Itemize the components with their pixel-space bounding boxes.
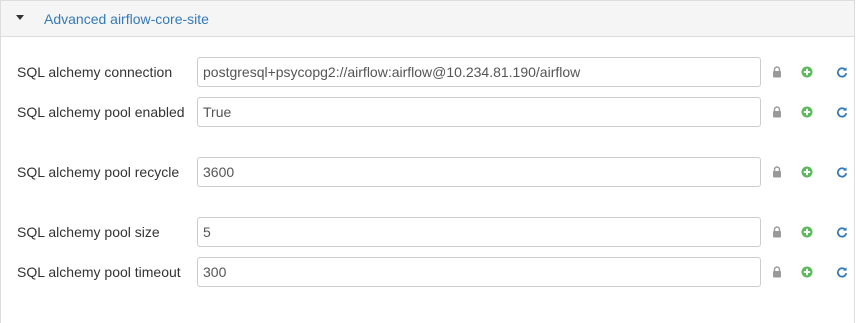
property-label: SQL alchemy pool recycle bbox=[17, 164, 180, 180]
caret-down-icon[interactable] bbox=[16, 15, 24, 20]
plus-circle-icon[interactable] bbox=[801, 106, 813, 118]
lock-icon bbox=[773, 266, 781, 278]
property-label: SQL alchemy connection bbox=[17, 64, 173, 80]
property-label: SQL alchemy pool enabled bbox=[17, 104, 185, 120]
advanced-config-panel: Advanced airflow-core-site SQL alchemy c… bbox=[0, 0, 855, 323]
refresh-icon[interactable] bbox=[836, 166, 848, 178]
sql-alchemy-pool-enabled-input[interactable] bbox=[197, 97, 761, 127]
lock-icon bbox=[773, 106, 781, 118]
lock-icon bbox=[773, 66, 781, 78]
sql-alchemy-pool-timeout-input[interactable] bbox=[197, 257, 761, 287]
sql-alchemy-pool-recycle-input[interactable] bbox=[197, 157, 761, 187]
plus-circle-icon[interactable] bbox=[801, 266, 813, 278]
property-label: SQL alchemy pool timeout bbox=[17, 264, 181, 280]
sql-alchemy-pool-size-input[interactable] bbox=[197, 217, 761, 247]
refresh-icon[interactable] bbox=[836, 106, 848, 118]
plus-circle-icon[interactable] bbox=[801, 66, 813, 78]
refresh-icon[interactable] bbox=[836, 266, 848, 278]
refresh-icon[interactable] bbox=[836, 226, 848, 238]
refresh-icon[interactable] bbox=[836, 66, 848, 78]
plus-circle-icon[interactable] bbox=[801, 166, 813, 178]
sql-alchemy-connection-input[interactable] bbox=[197, 57, 761, 87]
panel-header[interactable]: Advanced airflow-core-site bbox=[1, 1, 854, 37]
panel-title[interactable]: Advanced airflow-core-site bbox=[44, 11, 209, 27]
plus-circle-icon[interactable] bbox=[801, 226, 813, 238]
lock-icon bbox=[773, 226, 781, 238]
lock-icon bbox=[773, 166, 781, 178]
property-label: SQL alchemy pool size bbox=[17, 224, 160, 240]
